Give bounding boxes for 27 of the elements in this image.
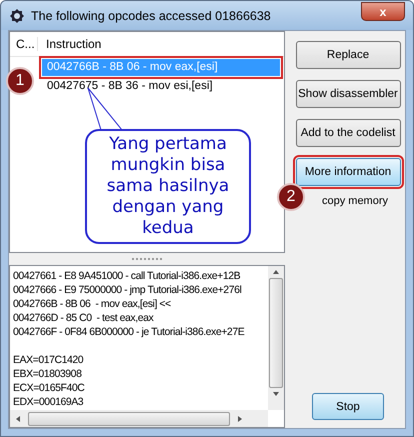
callout-bubble: Yang pertama mungkin bisa sama hasilnya dengan yang kedua [85, 129, 251, 244]
memo-line: 00427661 - E8 9A451000 - call Tutorial-i386.exe+12B [13, 269, 242, 283]
memo-line: EBX=01803908 [13, 367, 82, 381]
column-header[interactable]: C... [10, 37, 38, 51]
down-arrow-icon[interactable] [272, 390, 280, 398]
memo-line: 0042766D - 85 C0 - test eax,eax [13, 311, 154, 325]
stop-button[interactable]: Stop [312, 393, 384, 420]
list-row[interactable]: 00427675 - 8B 36 - mov esi,[esi] [42, 78, 280, 95]
action-button[interactable]: Add to the codelist [296, 119, 400, 147]
column-header[interactable]: Instruction [38, 37, 102, 51]
memo-line: 0042766F - 0F84 6B000000 - je Tutorial-i386.exe+27E [13, 325, 246, 339]
memo-line: 00427666 - E9 75000000 - jmp Tutorial-i386.exe+276l [13, 283, 242, 297]
copy-memory-label: copy memory [320, 195, 388, 207]
right-arrow-icon[interactable] [236, 414, 244, 422]
memo-line: EDX=000169A3 [13, 395, 84, 409]
up-arrow-icon[interactable] [272, 268, 280, 276]
close-button[interactable]: x [361, 2, 405, 21]
memo-line: 0042766B - 8B 06 - mov eax,[esi] << [13, 297, 172, 311]
vertical-scrollbar[interactable] [268, 266, 284, 410]
action-button[interactable]: Show disassembler [296, 80, 400, 108]
left-arrow-icon[interactable] [14, 414, 22, 422]
window-title: The following opcodes accessed 01866638 [31, 8, 272, 22]
horizontal-scrollbar[interactable] [10, 410, 268, 427]
action-button[interactable]: Replace [296, 41, 400, 69]
gear-icon [9, 8, 25, 24]
memo-line: ECX=0165F40C [13, 381, 86, 395]
memo-line: EAX=017C1420 [13, 353, 84, 367]
